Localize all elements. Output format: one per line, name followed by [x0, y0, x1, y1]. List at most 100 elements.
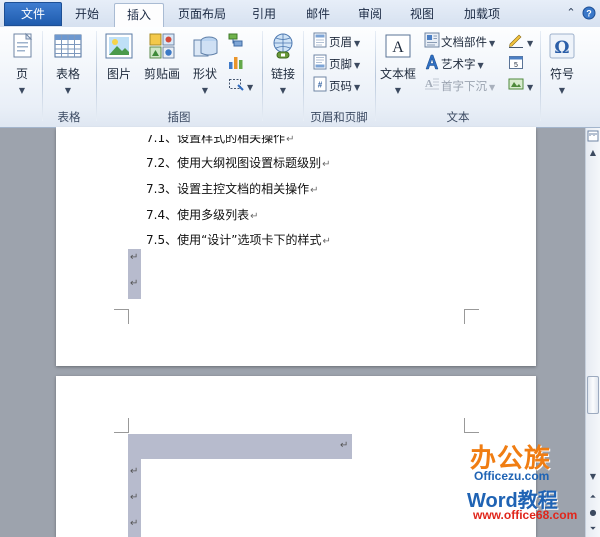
table-button-label: 表格 — [55, 67, 80, 81]
page-number-button[interactable]: # 页码 ▼ — [312, 76, 360, 94]
tab-addins[interactable]: 加载项 — [452, 3, 512, 27]
page-icon — [7, 31, 37, 61]
ruler-toggle-icon[interactable] — [587, 130, 599, 143]
margin-corner-mark — [114, 418, 129, 433]
clipart-button[interactable]: 剪贴画 — [142, 31, 182, 82]
bar-chart-icon — [228, 54, 243, 69]
selection-highlight — [128, 434, 352, 459]
help-icon[interactable]: ? — [582, 6, 596, 20]
next-page-icon[interactable]: ⏷ — [587, 522, 599, 535]
table-icon — [53, 31, 83, 61]
quick-parts-icon — [424, 32, 440, 48]
date-time-button[interactable]: 5 — [508, 54, 525, 72]
footer-button[interactable]: 页脚 ▼ — [312, 54, 360, 72]
minimize-ribbon-icon[interactable]: ⌃ — [564, 6, 578, 20]
clipart-button-label: 剪贴画 — [143, 67, 180, 81]
paragraph-mark: ↵ — [130, 492, 139, 503]
group-label-table: 表格 — [57, 110, 81, 124]
picture-button[interactable]: 图片 — [102, 31, 136, 82]
tab-view[interactable]: 视图 — [400, 3, 444, 27]
tab-references[interactable]: 引用 — [242, 3, 286, 27]
paragraph-mark: ↵ — [322, 159, 331, 170]
wordart-button[interactable]: 艺术字 ▼ — [424, 54, 484, 72]
group-divider — [303, 31, 304, 121]
line-text: 7.3、设置主控文档的相关操作 — [146, 182, 310, 196]
symbol-button[interactable]: Ω 符号 ▼ — [544, 31, 580, 96]
quick-parts-button[interactable]: 文档部件 ▼ — [424, 32, 495, 50]
svg-text:#: # — [318, 81, 323, 90]
margin-corner-mark — [464, 418, 479, 433]
tab-home[interactable]: 开始 — [64, 3, 110, 27]
shapes-button-label: 形状 — [192, 67, 217, 81]
pages-button[interactable]: 页 ▼ — [6, 31, 38, 96]
date-time-icon: 5 — [508, 54, 523, 69]
smartart-button[interactable] — [228, 32, 245, 50]
vertical-scrollbar[interactable]: ▲ ▼ ⏶ ● ⏷ — [585, 128, 600, 537]
signature-line-button[interactable]: ▼ — [508, 32, 533, 50]
header-button-label: 页眉 — [329, 35, 352, 49]
tab-file[interactable]: 文件 — [4, 2, 62, 26]
object-icon — [508, 76, 524, 90]
smartart-icon — [228, 32, 243, 47]
group-divider — [262, 31, 263, 121]
margin-corner-mark — [464, 309, 479, 324]
paragraph-mark: ↵ — [340, 440, 349, 451]
link-button[interactable]: 链接 ▼ — [266, 31, 300, 96]
browse-object-icon[interactable]: ● — [587, 506, 599, 519]
header-button[interactable]: 页眉 ▼ — [312, 32, 360, 50]
line-text: 7.5、使用“设计”选项卡下的样式 — [146, 233, 322, 247]
group-divider — [96, 31, 97, 121]
table-button[interactable]: 表格 ▼ — [48, 31, 88, 96]
tab-page-layout[interactable]: 页面布局 — [168, 3, 236, 27]
margin-corner-mark — [114, 309, 129, 324]
chevron-down-icon: ▼ — [18, 86, 26, 95]
document-line[interactable]: 7.3、设置主控文档的相关操作↵ — [146, 180, 318, 197]
ribbon-insert: 页 ▼ 表格 ▼ 表格 图片 剪贴画 形状 ▼ ▼ 插图 链接 ▼ 页眉 ▼ 页… — [0, 27, 600, 128]
document-line[interactable]: 7.2、使用大纲视图设置标题级别↵ — [146, 154, 330, 171]
link-button-label: 链接 — [270, 67, 295, 81]
object-button[interactable]: ▼ — [508, 76, 533, 94]
watermark-brand-url: Officezu.com — [474, 469, 550, 483]
tab-mailings[interactable]: 邮件 — [296, 3, 340, 27]
scroll-up-icon[interactable]: ▲ — [587, 146, 599, 159]
scroll-down-icon[interactable]: ▼ — [587, 470, 599, 483]
tab-insert[interactable]: 插入 — [114, 3, 164, 29]
chevron-down-icon: ▼ — [201, 86, 209, 95]
shapes-button[interactable]: 形状 ▼ — [188, 31, 222, 96]
link-icon — [268, 31, 298, 61]
scrollbar-thumb[interactable] — [587, 376, 599, 414]
document-line[interactable]: 7.5、使用“设计”选项卡下的样式↵ — [146, 231, 331, 248]
svg-text:A: A — [392, 39, 404, 56]
line-text: 7.4、使用多级列表 — [146, 208, 250, 222]
paragraph-mark: ↵ — [130, 518, 139, 529]
svg-text:A: A — [425, 78, 433, 90]
group-divider — [42, 31, 43, 121]
chevron-down-icon: ▼ — [558, 86, 566, 95]
paragraph-mark: ↵ — [310, 185, 319, 196]
pages-button-label: 页 — [15, 67, 28, 81]
document-line[interactable]: 7.4、使用多级列表↵ — [146, 206, 258, 223]
tab-review[interactable]: 审阅 — [348, 3, 392, 27]
chevron-down-icon: ▼ — [279, 86, 287, 95]
omega-symbol-icon: Ω — [547, 31, 577, 61]
textbox-button-label: 文本框 — [379, 67, 416, 81]
group-divider — [540, 31, 541, 121]
chevron-down-icon: ▼ — [64, 86, 72, 95]
wordart-icon — [424, 54, 439, 70]
group-label-text: 文本 — [446, 110, 470, 124]
quick-parts-button-label: 文档部件 — [441, 35, 487, 49]
paragraph-mark: ↵ — [322, 236, 331, 247]
picture-icon — [104, 31, 134, 61]
screenshot-button[interactable]: ▼ — [228, 76, 253, 94]
chart-button[interactable] — [228, 54, 245, 72]
wordart-button-label: 艺术字 — [441, 57, 476, 71]
page-number-button-label: 页码 — [329, 79, 352, 93]
paragraph-mark: ↵ — [250, 211, 259, 222]
drop-cap-button-label: 首字下沉 — [441, 79, 487, 93]
textbox-button[interactable]: A 文本框 ▼ — [378, 31, 418, 96]
previous-page-icon[interactable]: ⏶ — [587, 490, 599, 503]
svg-text:Ω: Ω — [554, 38, 569, 58]
watermark-site: www.office68.com — [473, 508, 578, 522]
paragraph-mark: ↵ — [130, 466, 139, 477]
picture-button-label: 图片 — [106, 67, 131, 81]
